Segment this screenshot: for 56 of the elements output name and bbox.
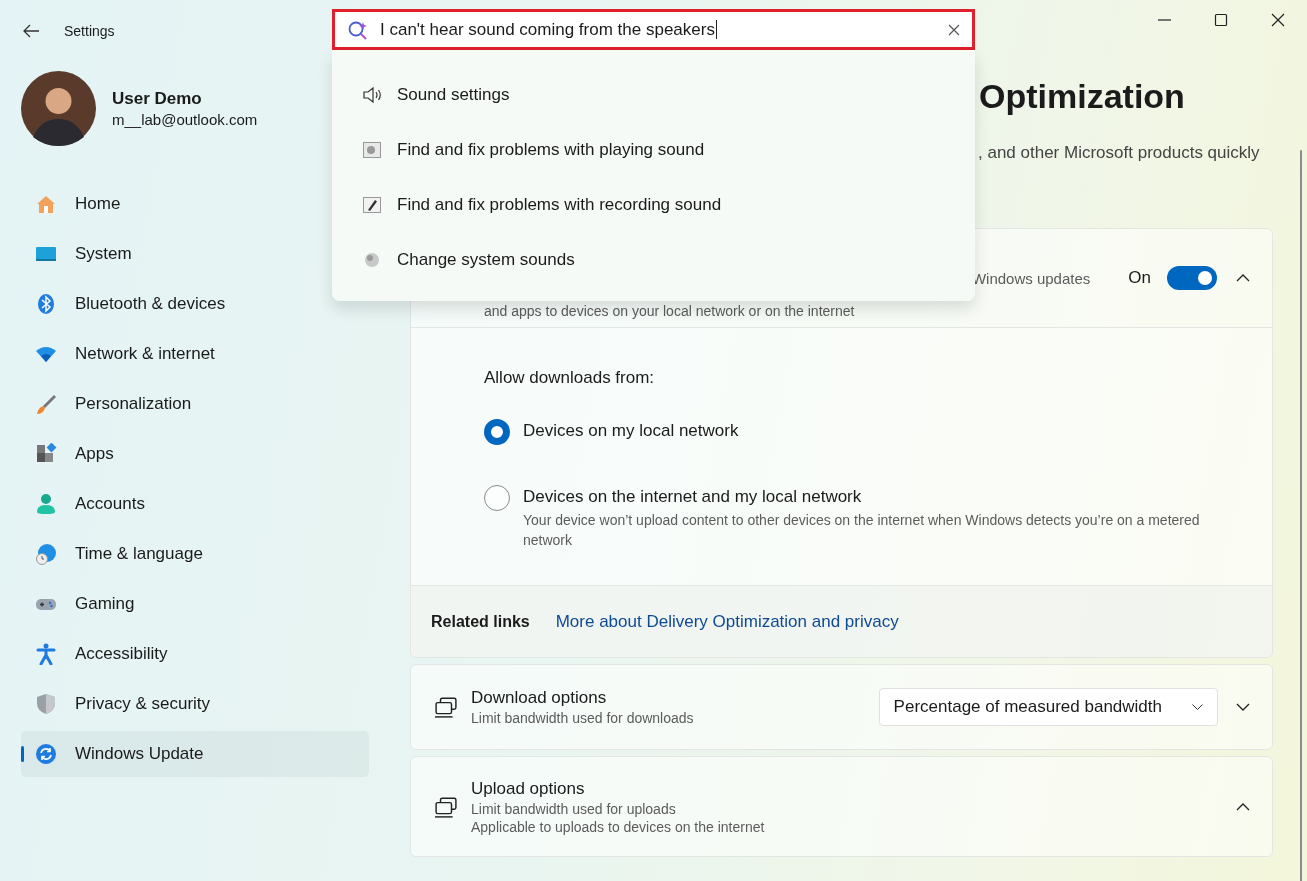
globe-icon (35, 543, 57, 565)
shield-icon (35, 693, 57, 715)
collapse-icon[interactable] (1236, 274, 1250, 282)
radio-button[interactable] (484, 419, 510, 445)
nav-item[interactable]: Apps (21, 431, 369, 477)
radio-label[interactable]: Devices on the internet and my local network (523, 487, 1213, 507)
nav-item[interactable]: Time & language (21, 531, 369, 577)
clear-icon[interactable] (948, 23, 960, 36)
person-icon (35, 493, 57, 515)
collapse-icon[interactable] (1236, 802, 1250, 811)
radio-label[interactable]: Devices on my local network (523, 421, 739, 441)
accessibility-icon (35, 643, 57, 665)
setting-description: Limit bandwidth used for uploads (471, 800, 677, 817)
update-icon (35, 743, 57, 765)
page-title: Optimization (979, 76, 1186, 116)
screens-icon (433, 696, 459, 718)
suggestion-item[interactable]: Sound settings (332, 67, 975, 122)
back-arrow-icon[interactable] (22, 24, 40, 38)
nav-item[interactable]: Network & internet (21, 331, 369, 377)
sound-icon (365, 252, 379, 267)
page-description: , and other Microsoft products quickly (978, 143, 1261, 163)
toggle-label: On (1128, 268, 1151, 288)
scrollbar[interactable] (1300, 150, 1302, 881)
privacy-link[interactable]: More about Delivery Optimization and privacy (555, 611, 899, 632)
apps-icon (35, 443, 57, 465)
expand-icon[interactable] (1236, 703, 1250, 711)
screens-icon (433, 795, 459, 818)
nav-item[interactable]: Privacy & security (21, 681, 369, 727)
bluetooth-icon (35, 293, 57, 315)
speaker-icon (363, 86, 381, 103)
nav-item[interactable]: Personalization (21, 381, 369, 427)
caret-icon (1192, 704, 1203, 710)
setting-description: Applicable to uploads to devices on the internet (471, 818, 766, 835)
setting-title: Upload options (471, 778, 586, 799)
microphone-troubleshooter-icon (363, 196, 381, 213)
radio-group-label: Allow downloads from: (484, 368, 656, 388)
nav-item[interactable]: Accessibility (21, 631, 369, 677)
setting-title: Download options (471, 688, 608, 708)
setting-description: Limit bandwidth used for downloads (471, 710, 695, 726)
user-name: User Demo (112, 89, 203, 109)
nav-item[interactable]: Windows Update (21, 731, 369, 777)
home-icon (35, 193, 57, 215)
setting-description: and apps to devices on your local network or on the internet (484, 303, 855, 320)
window-title: Settings (64, 23, 115, 39)
search-field[interactable]: I can't hear sound coming from the speakers (332, 9, 975, 50)
suggestion-item[interactable]: Find and fix problems with playing sound (332, 122, 975, 177)
bandwidth-dropdown[interactable]: Percentage of measured bandwidth (878, 688, 1218, 726)
nav-item[interactable]: Gaming (21, 581, 369, 627)
brush-icon (35, 393, 57, 415)
nav-item[interactable]: Accounts (21, 481, 369, 527)
troubleshooter-icon (363, 141, 381, 158)
radio-description: Your device won’t upload content to other devices on the internet when Windows detects you’re on a metered network (523, 511, 1201, 550)
related-links-label: Related links (431, 612, 530, 631)
user-email: m__lab@outlook.com (112, 111, 258, 128)
radio-button[interactable] (484, 485, 510, 511)
toggle-switch[interactable] (1167, 266, 1217, 290)
